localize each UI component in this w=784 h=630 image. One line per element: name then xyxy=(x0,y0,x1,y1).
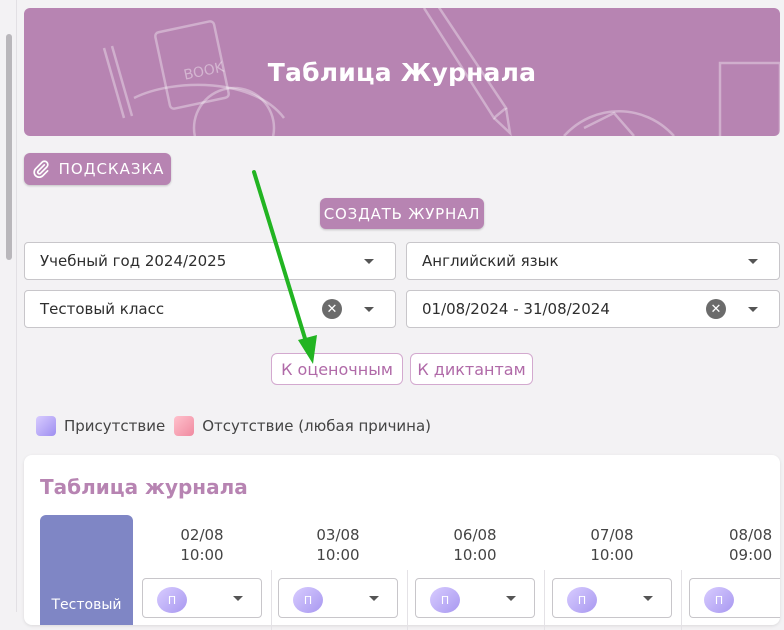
date-header: 06/08 10:00 xyxy=(415,525,535,565)
date-label: 03/08 xyxy=(316,526,360,544)
scrollbar-thumb[interactable] xyxy=(6,34,12,260)
attendance-select[interactable]: П xyxy=(142,578,262,618)
date-label: 06/08 xyxy=(453,526,497,544)
time-label: 10:00 xyxy=(453,546,497,564)
student-name-cell[interactable]: Тестовый xyxy=(40,515,133,625)
clear-icon[interactable]: ✕ xyxy=(706,299,726,319)
present-swatch xyxy=(36,416,56,436)
present-mark: П xyxy=(704,587,734,613)
date-label: 07/08 xyxy=(590,526,634,544)
legend-present-label: Присутствие xyxy=(64,417,166,435)
school-year-select[interactable]: Учебный год 2024/2025 xyxy=(24,242,396,280)
school-year-value: Учебный год 2024/2025 xyxy=(40,252,227,270)
chevron-down-icon xyxy=(643,596,653,601)
chevron-down-icon xyxy=(364,258,374,264)
paperclip-icon xyxy=(33,160,49,179)
date-label: 02/08 xyxy=(180,526,224,544)
class-select[interactable]: Тестовый класс ✕ xyxy=(24,290,396,328)
column-divider xyxy=(271,570,272,630)
present-mark: П xyxy=(567,587,597,613)
scrollbar[interactable] xyxy=(0,0,17,612)
page-title: Таблица Журнала xyxy=(267,57,537,87)
date-range-select[interactable]: 01/08/2024 - 31/08/2024 ✕ xyxy=(406,290,780,328)
subject-select[interactable]: Английский язык xyxy=(406,242,780,280)
journal-table-card: Таблица журнала Тестовый 02/08 10:00 П 0… xyxy=(24,455,780,630)
hint-button[interactable]: ПОДСКАЗКА xyxy=(24,153,171,185)
attendance-select[interactable]: П xyxy=(552,578,672,618)
chevron-down-icon xyxy=(748,258,758,264)
date-label: 08/08 xyxy=(729,526,773,544)
chevron-down-icon xyxy=(506,596,516,601)
subject-value: Английский язык xyxy=(422,252,559,270)
chevron-down-icon xyxy=(364,306,374,312)
present-mark: П xyxy=(157,587,187,613)
chevron-down-icon xyxy=(233,596,243,601)
column-divider xyxy=(544,570,545,630)
date-header: 02/08 10:00 xyxy=(142,525,262,565)
to-dictations-button[interactable]: К диктантам xyxy=(410,353,533,385)
column-divider xyxy=(407,570,408,630)
attendance-select[interactable]: П xyxy=(689,578,780,618)
time-label: 10:00 xyxy=(316,546,360,564)
time-label: 09:00 xyxy=(729,546,773,564)
absent-swatch xyxy=(174,416,195,436)
date-range-value: 01/08/2024 - 31/08/2024 xyxy=(422,300,610,318)
date-header: 08/08 09:00 xyxy=(689,525,780,565)
time-label: 10:00 xyxy=(180,546,224,564)
present-mark: П xyxy=(430,587,460,613)
class-value: Тестовый класс xyxy=(40,300,165,318)
time-label: 10:00 xyxy=(590,546,634,564)
legend-absent-label: Отсутствие (любая причина) xyxy=(202,417,432,435)
to-assessments-button[interactable]: К оценочным xyxy=(271,353,403,385)
date-header: 03/08 10:00 xyxy=(278,525,398,565)
student-name: Тестовый xyxy=(51,597,122,613)
chevron-down-icon xyxy=(369,596,379,601)
journal-table-title: Таблица журнала xyxy=(40,475,248,499)
attendance-select[interactable]: П xyxy=(415,578,535,618)
present-mark: П xyxy=(293,587,323,613)
header-banner: BOOK Таблица Журнала xyxy=(24,8,780,136)
chevron-down-icon xyxy=(748,306,758,312)
date-header: 07/08 10:00 xyxy=(552,525,672,565)
attendance-legend: Присутствие Отсутствие (любая причина) xyxy=(36,416,431,436)
attendance-select[interactable]: П xyxy=(278,578,398,618)
column-divider xyxy=(681,570,682,630)
hint-button-label: ПОДСКАЗКА xyxy=(58,160,165,178)
create-journal-button[interactable]: СОЗДАТЬ ЖУРНАЛ xyxy=(320,198,484,229)
clear-icon[interactable]: ✕ xyxy=(322,299,342,319)
